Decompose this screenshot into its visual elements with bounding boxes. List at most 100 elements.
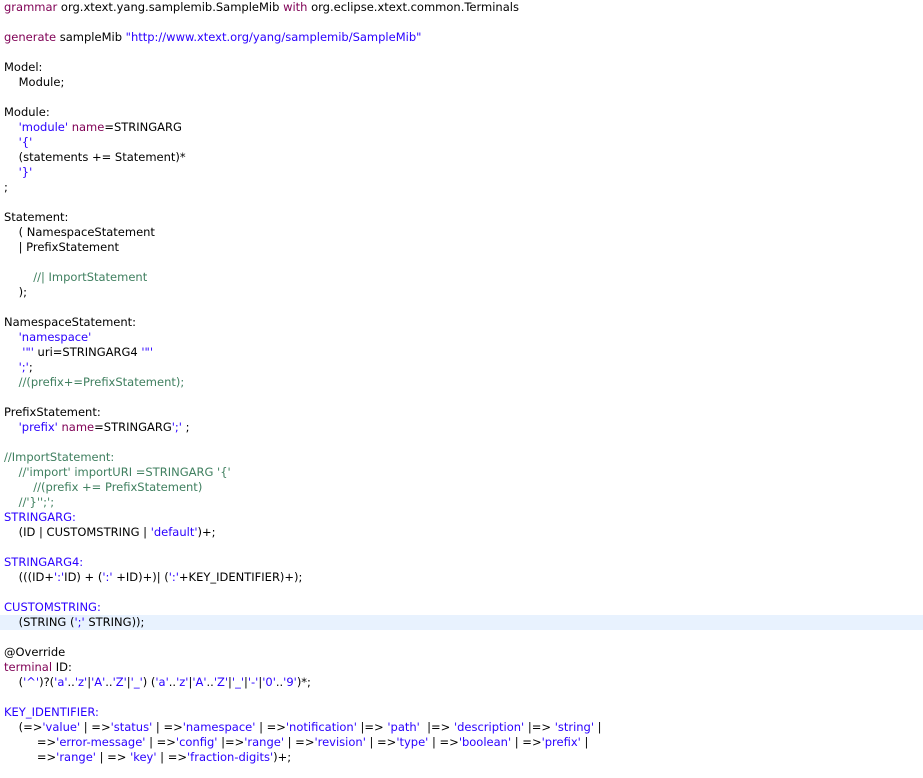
- code-line[interactable]: (statements += Statement)*: [4, 150, 186, 165]
- code-line[interactable]: =>'range' | => 'key' | =>'fraction-digit…: [4, 750, 291, 765]
- code-line[interactable]: generate sampleMib "http://www.xtext.org…: [4, 30, 421, 45]
- code-token-text: | =>: [95, 750, 131, 764]
- code-line[interactable]: (=>'value' | =>'status' | =>'namespace' …: [4, 720, 602, 735]
- code-line[interactable]: Statement:: [4, 210, 68, 225]
- code-line[interactable]: //'}'';';: [4, 495, 54, 510]
- code-token-text: | =>: [511, 735, 542, 749]
- code-token-string: 'string': [554, 720, 595, 734]
- code-token-string: ';': [18, 360, 29, 374]
- code-token-text: Module:: [4, 105, 50, 119]
- code-token-text: ( NamespaceStatement: [4, 225, 155, 239]
- code-line[interactable]: //ImportStatement:: [4, 450, 114, 465]
- code-token-string: '^': [23, 675, 40, 689]
- code-line[interactable]: | PrefixStatement: [4, 240, 119, 255]
- code-token-text: org.eclipse.xtext.common.Terminals: [307, 0, 519, 14]
- code-token-string: 'Z': [213, 675, 229, 689]
- code-token-text: (: [4, 675, 24, 689]
- code-token-text: =STRINGARG: [94, 420, 172, 434]
- grammar-code-editor[interactable]: grammar org.xtext.yang.samplemib.SampleM…: [0, 0, 923, 778]
- code-token-comment: //| ImportStatement: [33, 270, 148, 284]
- code-line[interactable]: NamespaceStatement:: [4, 315, 136, 330]
- code-token-string: 'module': [18, 120, 69, 134]
- code-token-string: 'status': [110, 720, 153, 734]
- code-line[interactable]: Module;: [4, 75, 65, 90]
- code-token-text: @Override: [4, 645, 66, 659]
- code-line[interactable]: //'import' importURI =STRINGARG '{': [4, 465, 231, 480]
- code-token-string: 'fraction-digits': [187, 750, 274, 764]
- code-token-text: Model:: [4, 60, 43, 74]
- code-line[interactable]: KEY_IDENTIFIER:: [4, 705, 99, 720]
- code-token-text: | =>: [156, 750, 187, 764]
- code-line[interactable]: '}': [4, 165, 33, 180]
- code-token-comment: //'import' importURI =STRINGARG '{': [18, 465, 231, 479]
- code-token-string: '0': [262, 675, 276, 689]
- code-token-string: 'revision': [314, 735, 366, 749]
- code-token-text: | =>: [428, 735, 459, 749]
- code-token-text: | =>: [152, 720, 183, 734]
- code-line[interactable]: 'namespace': [4, 330, 92, 345]
- code-token-text: ;: [4, 180, 8, 194]
- code-token-string: ';': [171, 420, 182, 434]
- code-line[interactable]: terminal ID:: [4, 660, 72, 675]
- code-line[interactable]: '"' uri=STRINGARG4 '"': [4, 345, 153, 360]
- code-line[interactable]: '{': [4, 135, 33, 150]
- code-line[interactable]: //(prefix+=PrefixStatement);: [4, 375, 185, 390]
- code-line[interactable]: //| ImportStatement: [4, 270, 147, 285]
- code-line[interactable]: 'prefix' name=STRINGARG';' ;: [4, 420, 190, 435]
- code-line[interactable]: 'module' name=STRINGARG: [4, 120, 182, 135]
- code-token-text: (ID | CUSTOMSTRING |: [4, 525, 151, 539]
- code-token-text: |: [594, 720, 602, 734]
- code-token-text: | =>: [145, 735, 176, 749]
- code-token-string: ':': [102, 570, 113, 584]
- code-line[interactable]: //(prefix += PrefixStatement): [4, 480, 202, 495]
- code-line[interactable]: STRINGARG4:: [4, 555, 83, 570]
- code-line[interactable]: Model:: [4, 60, 42, 75]
- code-token-text: );: [4, 285, 27, 299]
- code-line[interactable]: PrefixStatement:: [4, 405, 101, 420]
- code-token-string: '{': [18, 135, 33, 149]
- code-token-keyword: with: [283, 0, 308, 14]
- code-token-string: "http://www.xtext.org/yang/samplemib/Sam…: [125, 30, 422, 44]
- code-token-text: uri=STRINGARG4: [33, 345, 142, 359]
- code-token-text: org.xtext.yang.samplemib.SampleMib: [57, 0, 284, 14]
- code-line[interactable]: STRINGARG:: [4, 510, 76, 525]
- code-line[interactable]: ';';: [4, 360, 33, 375]
- code-token-keyword: name: [61, 420, 95, 434]
- code-token-string: 'prefix': [541, 735, 581, 749]
- code-token-string: 'namespace': [182, 720, 256, 734]
- code-token-text: Module;: [4, 75, 65, 89]
- code-token-string: '"': [141, 345, 153, 359]
- code-line[interactable]: grammar org.xtext.yang.samplemib.SampleM…: [4, 0, 519, 15]
- code-token-text: |: [580, 735, 589, 749]
- code-token-text: =>: [4, 750, 57, 764]
- code-line[interactable]: Module:: [4, 105, 50, 120]
- code-token-string: '_': [130, 675, 143, 689]
- code-token-comment: //ImportStatement:: [4, 450, 115, 464]
- code-line[interactable]: CUSTOMSTRING:: [4, 600, 101, 615]
- code-line[interactable]: ('^')?('a'..'z'|'A'..'Z'|'_') ('a'..'z'|…: [4, 675, 311, 690]
- code-line[interactable]: @Override: [4, 645, 65, 660]
- code-line[interactable]: ( NamespaceStatement: [4, 225, 155, 240]
- code-token-text: | =>: [255, 720, 286, 734]
- code-token-text: sampleMib: [56, 30, 126, 44]
- code-token-text: PrefixStatement:: [4, 405, 101, 419]
- code-line[interactable]: ;: [4, 180, 8, 195]
- code-line[interactable]: );: [4, 285, 27, 300]
- code-token-keyword: terminal: [4, 660, 53, 674]
- code-line[interactable]: =>'error-message' | =>'config' |=>'range…: [4, 735, 588, 750]
- code-token-text: ..: [67, 675, 75, 689]
- code-line[interactable]: (((ID+':'ID) + (':' +ID)+)| (':'+KEY_IDE…: [4, 570, 303, 585]
- code-line[interactable]: (STRING (';' STRING));: [4, 615, 145, 630]
- code-token-string: 'namespace': [18, 330, 92, 344]
- code-token-string: 'boolean': [458, 735, 512, 749]
- code-line[interactable]: (ID | CUSTOMSTRING | 'default')+;: [4, 525, 216, 540]
